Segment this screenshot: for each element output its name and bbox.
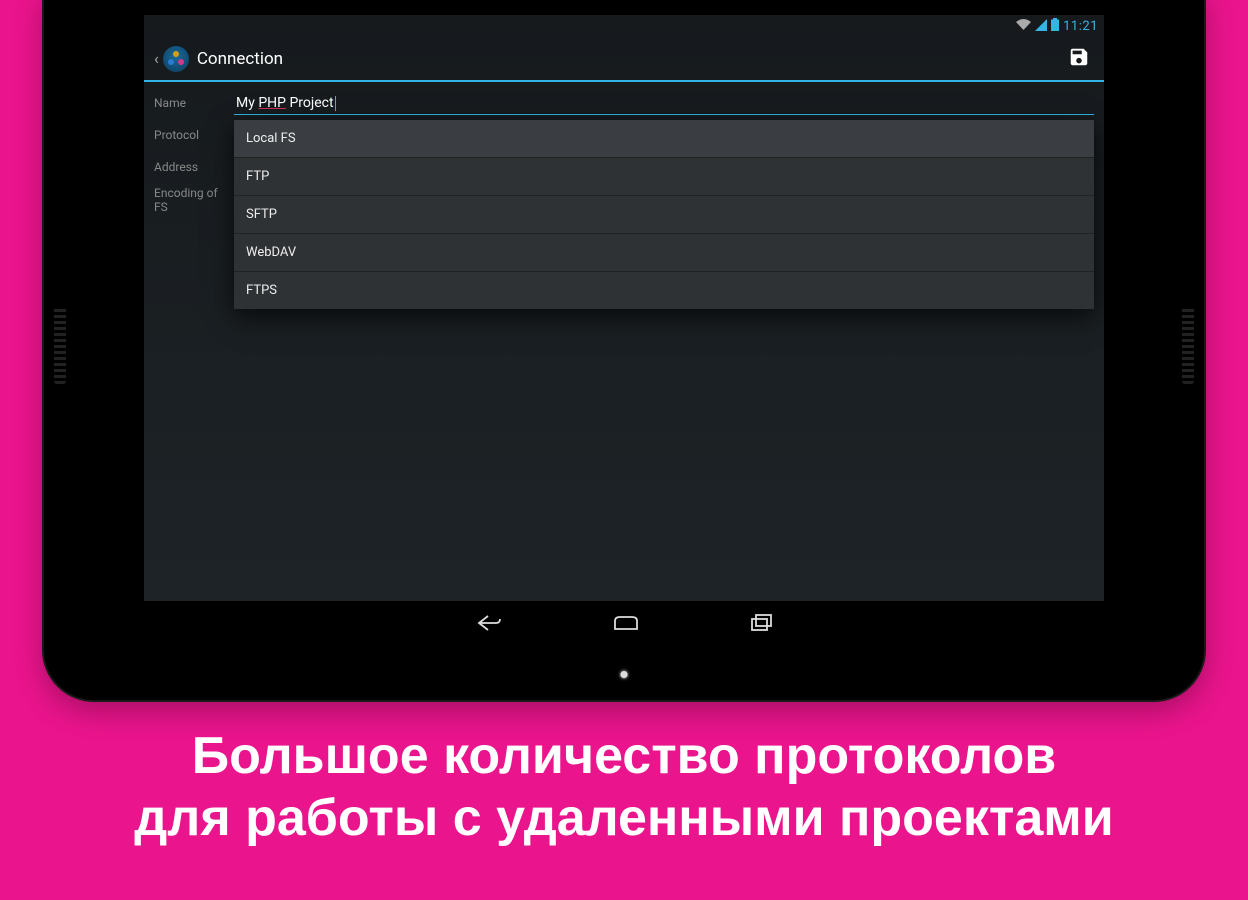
dropdown-item-webdav[interactable]: WebDAV bbox=[234, 234, 1094, 272]
battery-icon bbox=[1051, 18, 1059, 34]
name-input[interactable]: My PHP Project bbox=[234, 92, 1094, 115]
encoding-label: Encoding of FS bbox=[154, 186, 234, 214]
indicator-dot bbox=[621, 671, 628, 678]
status-clock: 11:21 bbox=[1063, 19, 1098, 34]
address-label: Address bbox=[154, 160, 234, 174]
name-label: Name bbox=[154, 96, 234, 110]
signal-icon bbox=[1035, 19, 1047, 34]
caption-line-2: для работы с удаленными проектами bbox=[0, 787, 1248, 849]
speaker-grille-right bbox=[1182, 306, 1194, 384]
nav-recent-button[interactable] bbox=[750, 614, 772, 632]
status-bar: 11:21 bbox=[144, 15, 1104, 37]
text-cursor bbox=[335, 96, 336, 111]
dropdown-item-ftp[interactable]: FTP bbox=[234, 158, 1094, 196]
protocol-label: Protocol bbox=[154, 128, 234, 142]
system-nav-bar bbox=[144, 601, 1104, 645]
dropdown-item-ftps[interactable]: FTPS bbox=[234, 272, 1094, 309]
protocol-dropdown: Local FS FTP SFTP WebDAV FTPS bbox=[234, 120, 1094, 309]
tablet-device-frame: 11:21 ‹ Connection Name My PHP Project bbox=[44, 0, 1204, 700]
nav-back-button[interactable] bbox=[476, 613, 502, 633]
speaker-grille-left bbox=[54, 306, 66, 384]
chevron-left-icon: ‹ bbox=[154, 49, 159, 68]
dropdown-item-sftp[interactable]: SFTP bbox=[234, 196, 1094, 234]
save-button[interactable] bbox=[1064, 42, 1094, 76]
connection-form: Name My PHP Project Protocol Local FS Ad… bbox=[144, 82, 1104, 228]
nav-home-button[interactable] bbox=[612, 614, 640, 632]
app-icon bbox=[163, 46, 189, 72]
dropdown-item-local-fs[interactable]: Local FS bbox=[234, 120, 1094, 158]
caption-line-1: Большое количество протоколов bbox=[0, 725, 1248, 787]
up-nav-button[interactable]: ‹ bbox=[154, 46, 189, 72]
tablet-screen: 11:21 ‹ Connection Name My PHP Project bbox=[144, 15, 1104, 645]
wifi-icon bbox=[1016, 19, 1031, 34]
marketing-caption: Большое количество протоколов для работы… bbox=[0, 725, 1248, 850]
page-title: Connection bbox=[197, 49, 1064, 69]
action-bar: ‹ Connection bbox=[144, 37, 1104, 82]
